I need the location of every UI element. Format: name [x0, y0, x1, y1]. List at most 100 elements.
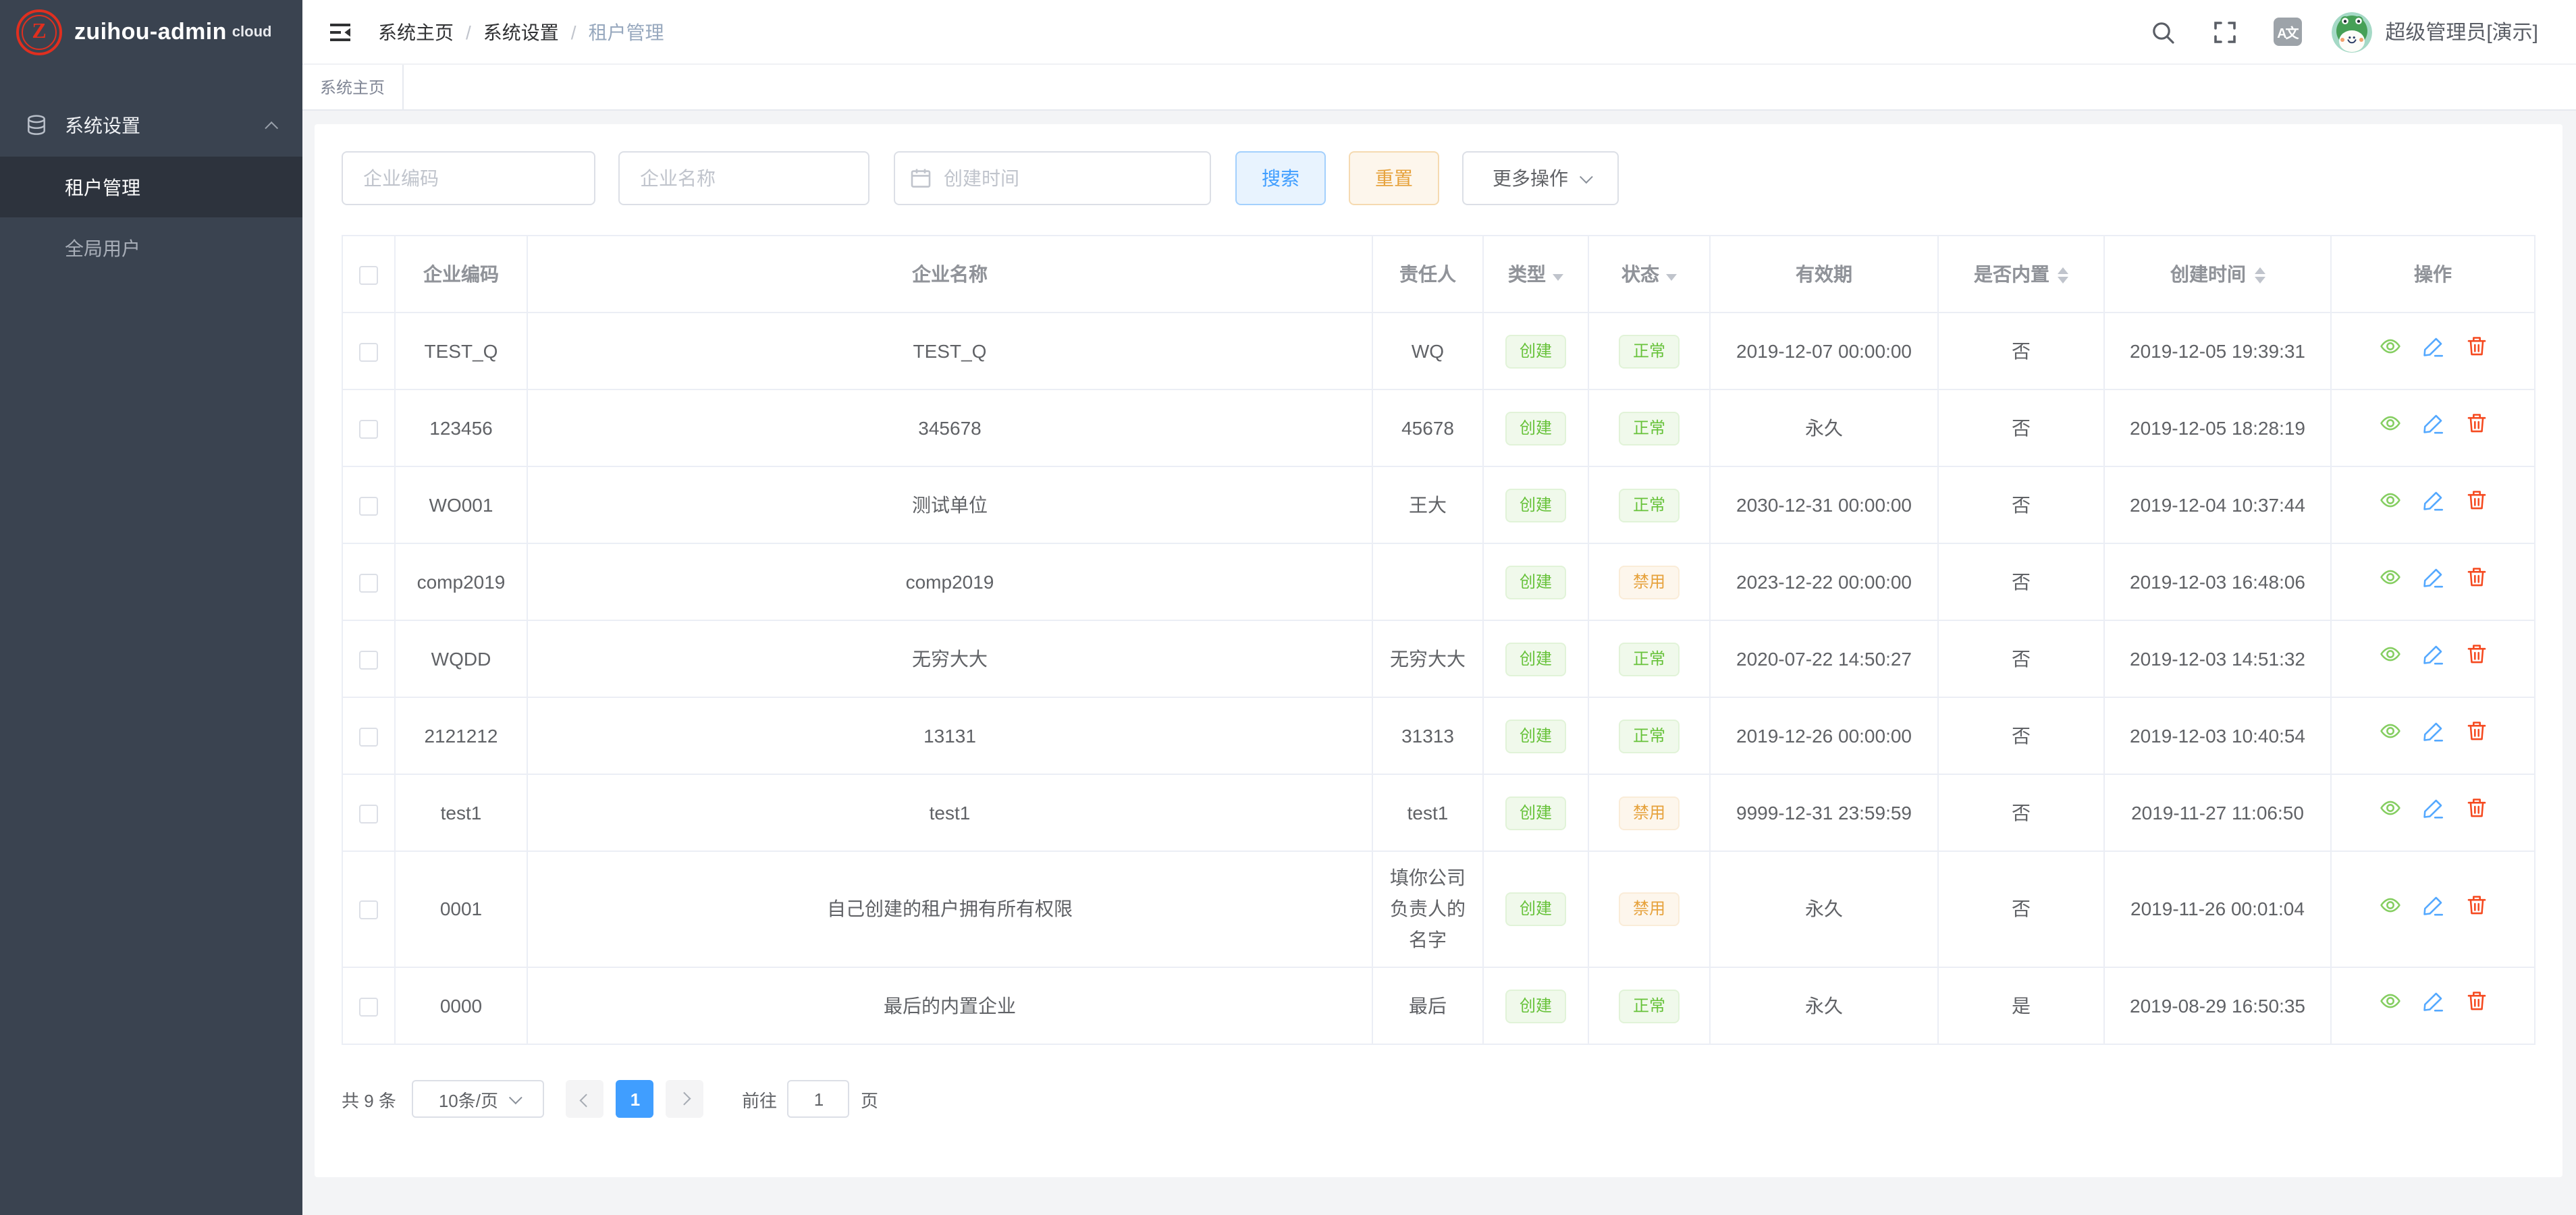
chevron-down-icon — [509, 1090, 522, 1104]
cell-code: 123456 — [395, 389, 527, 466]
breadcrumb-item-settings[interactable]: 系统设置 — [483, 18, 559, 45]
sort-caret-icon[interactable] — [2058, 268, 2068, 284]
row-checkbox[interactable] — [359, 901, 378, 920]
view-icon[interactable] — [2378, 720, 2401, 742]
edit-icon[interactable] — [2421, 720, 2444, 742]
filter-caret-icon[interactable] — [1666, 274, 1677, 281]
delete-icon[interactable] — [2465, 566, 2488, 589]
edit-icon[interactable] — [2421, 335, 2444, 358]
view-icon[interactable] — [2378, 412, 2401, 435]
row-checkbox[interactable] — [359, 728, 378, 747]
tab-bar: 系统主页 — [302, 63, 2576, 111]
row-checkbox[interactable] — [359, 343, 378, 362]
delete-icon[interactable] — [2465, 990, 2488, 1013]
user-name[interactable]: 超级管理员[演示] — [2385, 18, 2538, 46]
delete-icon[interactable] — [2465, 720, 2488, 742]
cell-created: 2019-11-27 11:06:50 — [2104, 774, 2331, 851]
row-checkbox[interactable] — [359, 998, 378, 1017]
row-checkbox[interactable] — [359, 805, 378, 824]
cell-validity: 2030-12-31 00:00:00 — [1710, 466, 1938, 543]
cell-type: 创建 — [1483, 967, 1588, 1044]
logo-letter: Z — [22, 15, 57, 50]
app-title: zuihou-admin — [74, 19, 227, 46]
view-icon[interactable] — [2378, 566, 2401, 589]
table-row: 2121212 13131 31313 创建 正常 2019-12-26 00:… — [342, 697, 2535, 774]
edit-icon[interactable] — [2421, 796, 2444, 819]
status-badge: 正常 — [1619, 411, 1679, 445]
page-size-select[interactable]: 10条/页 — [412, 1080, 545, 1118]
row-actions — [2378, 643, 2488, 666]
prev-page-button[interactable] — [566, 1080, 604, 1118]
logo[interactable]: Z zuihou-admin cloud — [0, 0, 302, 65]
language-icon[interactable]: A文 — [2273, 18, 2301, 46]
fold-menu-icon[interactable] — [327, 18, 354, 45]
fullscreen-icon[interactable] — [2211, 18, 2238, 45]
page-number-button[interactable]: 1 — [616, 1080, 654, 1118]
delete-icon[interactable] — [2465, 893, 2488, 916]
sort-caret-icon[interactable] — [2254, 268, 2265, 284]
more-actions-button[interactable]: 更多操作 — [1462, 151, 1619, 205]
table-row: WQDD 无穷大大 无穷大大 创建 正常 2020-07-22 14:50:27… — [342, 620, 2535, 697]
row-checkbox[interactable] — [359, 651, 378, 670]
company-name-input[interactable] — [618, 151, 869, 205]
cell-validity: 永久 — [1710, 389, 1938, 466]
reset-button[interactable]: 重置 — [1349, 151, 1439, 205]
cell-created: 2019-12-05 18:28:19 — [2104, 389, 2331, 466]
cell-ops — [2331, 543, 2535, 620]
cell-name: 345678 — [527, 389, 1372, 466]
cell-owner: test1 — [1372, 774, 1483, 851]
table-row: 123456 345678 45678 创建 正常 永久 否 2019-12-0… — [342, 389, 2535, 466]
breadcrumb-item-home[interactable]: 系统主页 — [378, 18, 454, 45]
search-button[interactable]: 搜索 — [1235, 151, 1326, 205]
delete-icon[interactable] — [2465, 335, 2488, 358]
view-icon[interactable] — [2378, 643, 2401, 666]
tab-system-home[interactable]: 系统主页 — [302, 65, 404, 109]
status-badge: 正常 — [1619, 488, 1679, 522]
sidebar-item-tenant-management[interactable]: 租户管理 — [0, 157, 302, 217]
cell-status: 正常 — [1588, 620, 1710, 697]
view-icon[interactable] — [2378, 990, 2401, 1013]
delete-icon[interactable] — [2465, 412, 2488, 435]
create-time-input[interactable] — [894, 151, 1211, 205]
edit-icon[interactable] — [2421, 489, 2444, 512]
cell-created: 2019-12-05 19:39:31 — [2104, 313, 2331, 389]
goto-page-input[interactable] — [788, 1080, 850, 1118]
edit-icon[interactable] — [2421, 412, 2444, 435]
delete-icon[interactable] — [2465, 643, 2488, 666]
view-icon[interactable] — [2378, 796, 2401, 819]
cell-builtin: 否 — [1938, 697, 2104, 774]
delete-icon[interactable] — [2465, 796, 2488, 819]
avatar[interactable] — [2331, 11, 2371, 52]
chevron-left-icon — [579, 1094, 593, 1107]
table-row: test1 test1 test1 创建 禁用 9999-12-31 23:59… — [342, 774, 2535, 851]
edit-icon[interactable] — [2421, 643, 2444, 666]
cell-type: 创建 — [1483, 389, 1588, 466]
cell-status: 正常 — [1588, 967, 1710, 1044]
row-checkbox[interactable] — [359, 574, 378, 593]
edit-icon[interactable] — [2421, 990, 2444, 1013]
edit-icon[interactable] — [2421, 566, 2444, 589]
select-all-checkbox[interactable] — [359, 266, 378, 285]
delete-icon[interactable] — [2465, 489, 2488, 512]
view-icon[interactable] — [2378, 893, 2401, 916]
next-page-button[interactable] — [666, 1080, 704, 1118]
cell-validity: 2023-12-22 00:00:00 — [1710, 543, 1938, 620]
row-select-cell — [342, 389, 395, 466]
sidebar-group-label: 系统设置 — [65, 112, 269, 139]
row-checkbox[interactable] — [359, 497, 378, 516]
edit-icon[interactable] — [2421, 893, 2444, 916]
cell-ops — [2331, 389, 2535, 466]
company-code-input[interactable] — [342, 151, 595, 205]
cell-status: 禁用 — [1588, 851, 1710, 967]
sidebar-group-system-settings[interactable]: 系统设置 — [0, 94, 302, 157]
row-checkbox[interactable] — [359, 420, 378, 439]
filter-caret-icon[interactable] — [1553, 274, 1563, 281]
cell-status: 正常 — [1588, 697, 1710, 774]
search-icon[interactable] — [2149, 18, 2176, 45]
cell-status: 禁用 — [1588, 774, 1710, 851]
view-icon[interactable] — [2378, 489, 2401, 512]
sidebar-item-global-users[interactable]: 全局用户 — [0, 217, 302, 278]
row-select-cell — [342, 620, 395, 697]
cell-name: 无穷大大 — [527, 620, 1372, 697]
view-icon[interactable] — [2378, 335, 2401, 358]
